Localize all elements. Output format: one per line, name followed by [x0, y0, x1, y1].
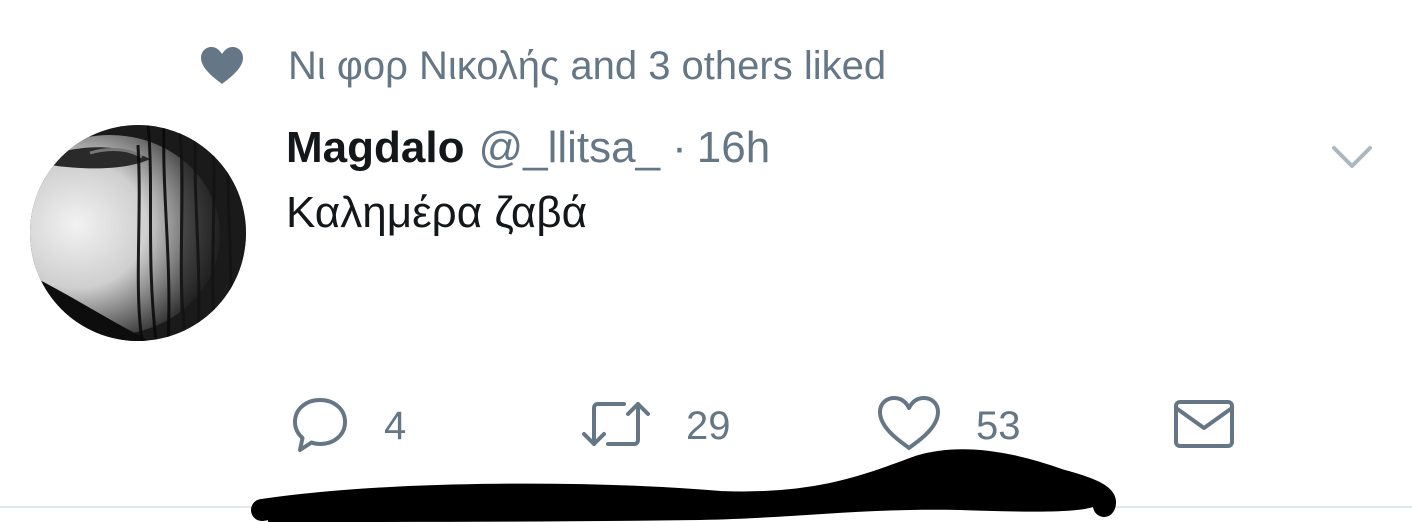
separator-dot: · [672, 123, 687, 172]
display-name[interactable]: Magdalo [286, 123, 464, 173]
tweet-text: Καλημέρα ζαβά [286, 188, 588, 237]
social-context-text[interactable]: Νι φορ Νικολής and 3 others liked [288, 44, 886, 89]
chevron-down-icon[interactable] [1328, 140, 1376, 176]
tweet-header: Magdalo @_llitsa_ · 16h [286, 120, 770, 176]
heart-icon [198, 46, 246, 86]
social-context: Νι φορ Νικολής and 3 others liked [198, 36, 886, 96]
redaction-scribble [251, 449, 1116, 522]
user-handle[interactable]: @_llitsa_ [478, 123, 660, 173]
avatar[interactable] [30, 125, 246, 341]
tweet-timestamp[interactable]: 16h [697, 123, 770, 173]
